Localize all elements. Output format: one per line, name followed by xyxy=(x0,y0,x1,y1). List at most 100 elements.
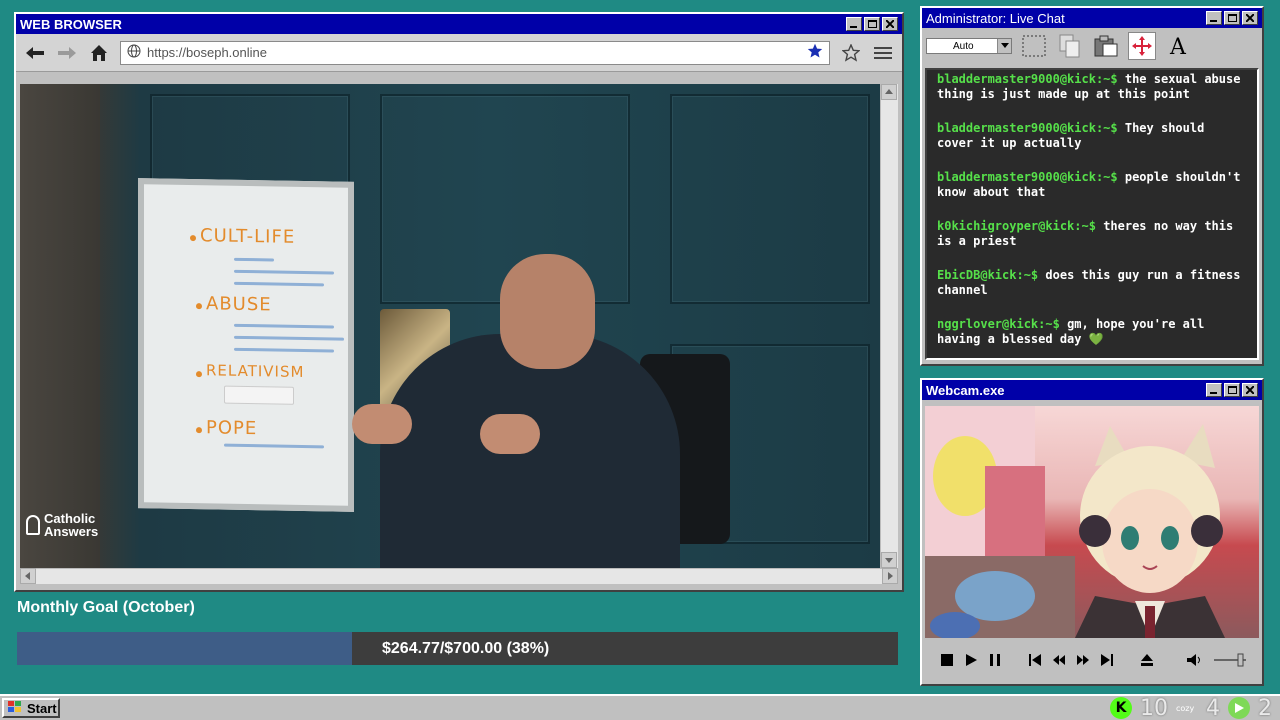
chat-messages[interactable]: bladdermaster9000@kick:~$ the sexual abu… xyxy=(925,68,1259,360)
goal-progress-fill xyxy=(17,632,352,665)
skip-forward-icon[interactable] xyxy=(1100,653,1114,670)
globe-icon xyxy=(127,44,141,61)
browser-titlebar[interactable]: WEB BROWSER xyxy=(16,14,902,34)
chat-title: Administrator: Live Chat xyxy=(926,10,1065,26)
fast-forward-icon[interactable] xyxy=(1076,653,1090,670)
chat-message: k0kichigroyper@kick:~$ theres no way thi… xyxy=(937,219,1247,249)
stop-icon[interactable] xyxy=(940,653,954,670)
chat-username: bladdermaster9000@kick:~$ xyxy=(937,72,1118,86)
skip-back-icon[interactable] xyxy=(1028,653,1042,670)
eject-icon[interactable] xyxy=(1140,653,1154,670)
play-circle-icon xyxy=(1228,697,1250,719)
catholic-answers-logo-icon xyxy=(26,515,40,535)
pause-icon[interactable] xyxy=(988,653,1002,670)
bullet-dot xyxy=(196,427,202,434)
close-button[interactable] xyxy=(1242,11,1258,25)
kick-viewer-count: 10 xyxy=(1140,695,1168,720)
bullet-dot xyxy=(196,371,202,378)
cozy-label: cozy xyxy=(1176,703,1195,713)
url-text: https://boseph.online xyxy=(147,45,267,60)
copy-icon[interactable] xyxy=(1056,32,1084,60)
select-marquee-icon[interactable] xyxy=(1020,32,1048,60)
video-door xyxy=(20,84,100,568)
other-viewer-count: 2 xyxy=(1258,695,1272,720)
start-button[interactable]: Start xyxy=(2,698,60,718)
back-arrow-icon[interactable] xyxy=(24,42,46,64)
chat-titlebar[interactable]: Administrator: Live Chat xyxy=(922,8,1262,28)
anime-avatar-image xyxy=(925,406,1225,638)
font-select[interactable]: Auto xyxy=(926,38,1012,54)
chat-username: k0kichigroyper@kick:~$ xyxy=(937,219,1096,233)
volume-icon[interactable] xyxy=(1186,653,1202,670)
horizontal-scrollbar[interactable] xyxy=(20,568,898,584)
start-label: Start xyxy=(27,700,57,716)
star-outline-icon[interactable] xyxy=(840,42,862,64)
webcam-titlebar[interactable]: Webcam.exe xyxy=(922,380,1262,400)
address-bar[interactable]: https://boseph.online xyxy=(120,40,830,65)
kick-logo-icon: K xyxy=(1110,697,1132,719)
maximize-button[interactable] xyxy=(1224,11,1240,25)
whiteboard: CULT-LIFE ABUSE RELATIVISM POPE xyxy=(138,178,354,512)
board-line-2: ABUSE xyxy=(206,293,272,316)
scroll-right-icon[interactable] xyxy=(882,568,898,584)
chat-message: bladdermaster9000@kick:~$ the sexual abu… xyxy=(937,72,1247,102)
close-button[interactable] xyxy=(882,17,898,31)
windows-logo-icon xyxy=(7,700,23,717)
minimize-button[interactable] xyxy=(1206,383,1222,397)
chat-username: nggrlover@kick:~$ xyxy=(937,317,1060,331)
chat-message: nggrlover@kick:~$ gm, hope you're all ha… xyxy=(937,317,1247,347)
svg-text:A: A xyxy=(1169,35,1187,57)
chat-toolbar: Auto A xyxy=(922,28,1262,64)
vertical-scrollbar[interactable] xyxy=(880,84,898,568)
volume-slider[interactable] xyxy=(1212,653,1248,670)
close-button[interactable] xyxy=(1242,383,1258,397)
board-scribble xyxy=(234,269,334,275)
scroll-down-icon[interactable] xyxy=(881,552,897,568)
board-scribble xyxy=(234,281,324,287)
system-tray: K 10 cozy 4 2 xyxy=(1110,696,1272,720)
maximize-button[interactable] xyxy=(1224,383,1240,397)
text-tool-icon[interactable]: A xyxy=(1164,32,1192,60)
video-player[interactable]: CULT-LIFE ABUSE RELATIVISM POPE Catholic xyxy=(20,84,880,568)
menu-icon[interactable] xyxy=(872,42,894,64)
board-scribble xyxy=(234,257,274,262)
watermark-line-2: Answers xyxy=(44,524,99,539)
play-icon[interactable] xyxy=(964,653,978,670)
chat-message: EbicDB@kick:~$ does this guy run a fitne… xyxy=(937,268,1247,298)
media-controls xyxy=(926,646,1258,676)
webcam-view xyxy=(925,406,1259,638)
bullet-dot xyxy=(190,235,196,242)
board-note xyxy=(224,385,294,405)
chevron-down-icon[interactable] xyxy=(997,39,1011,53)
browser-window: WEB BROWSER https://boseph.online CULT-L… xyxy=(14,12,904,592)
cozy-viewer-count: 4 xyxy=(1206,695,1220,720)
chat-message: bladdermaster9000@kick:~$ They should co… xyxy=(937,121,1247,151)
chat-username: bladdermaster9000@kick:~$ xyxy=(937,170,1118,184)
board-line-1: CULT-LIFE xyxy=(200,225,296,248)
wall-panel xyxy=(670,94,870,304)
bookmarked-star-icon[interactable] xyxy=(807,43,823,62)
maximize-button[interactable] xyxy=(864,17,880,31)
goal-progress-text: $264.77/$700.00 (38%) xyxy=(382,640,550,657)
paste-icon[interactable] xyxy=(1092,32,1120,60)
catholic-answers-watermark: Catholic Answers xyxy=(26,512,98,538)
board-scribble xyxy=(224,443,324,449)
goal-progress-bar: $264.77/$700.00 (38%) xyxy=(17,632,898,665)
move-icon[interactable] xyxy=(1128,32,1156,60)
wall-panel xyxy=(380,94,630,304)
goal-title: Monthly Goal (October) xyxy=(17,599,195,616)
scroll-up-icon[interactable] xyxy=(881,84,897,100)
minimize-button[interactable] xyxy=(1206,11,1222,25)
forward-arrow-icon[interactable] xyxy=(56,42,78,64)
font-select-value: Auto xyxy=(953,40,974,52)
taskbar: Start K 10 cozy 4 2 xyxy=(0,694,1280,720)
home-icon[interactable] xyxy=(88,42,110,64)
rewind-icon[interactable] xyxy=(1052,653,1066,670)
chat-username: EbicDB@kick:~$ xyxy=(937,268,1039,282)
webcam-window: Webcam.exe xyxy=(920,378,1264,686)
chat-window: Administrator: Live Chat Auto A bladderm… xyxy=(920,6,1264,366)
minimize-button[interactable] xyxy=(846,17,862,31)
scroll-left-icon[interactable] xyxy=(20,568,36,584)
speaker-hand xyxy=(352,404,412,444)
webcam-title: Webcam.exe xyxy=(926,382,1005,398)
